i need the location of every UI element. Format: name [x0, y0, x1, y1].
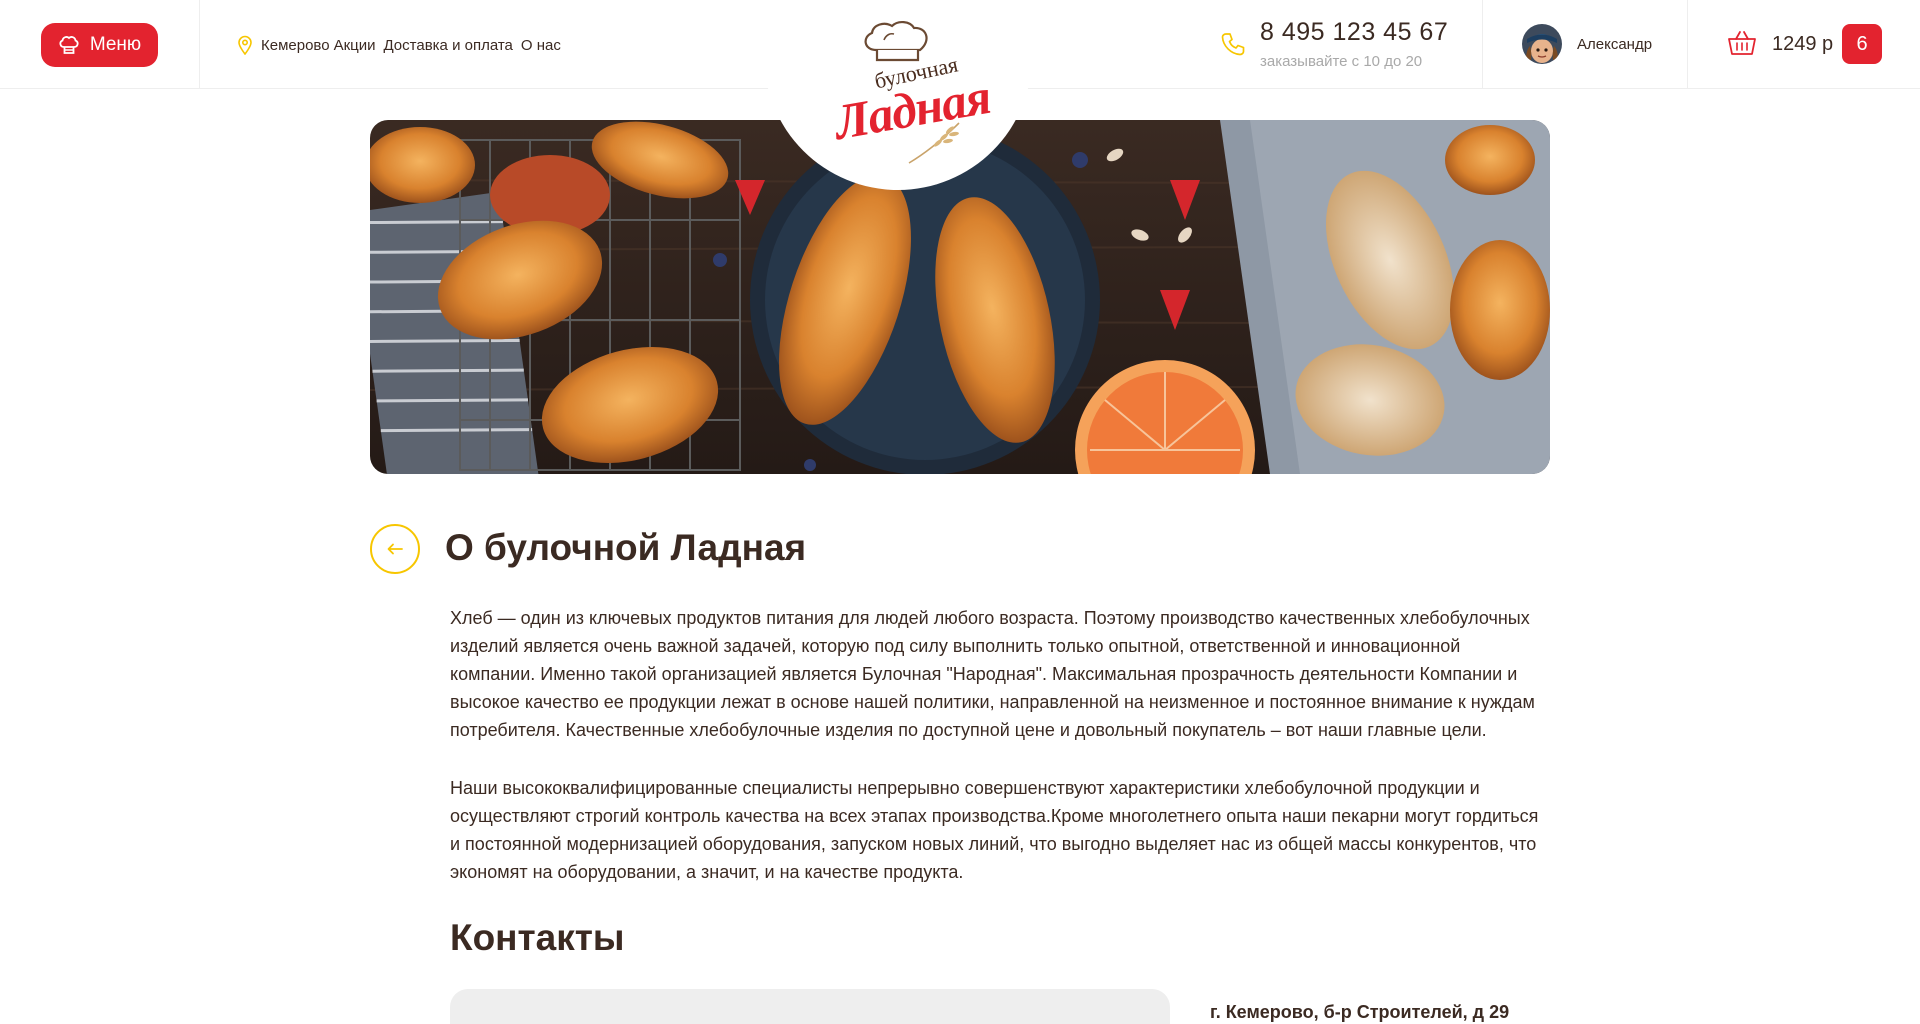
avatar[interactable]: [1522, 24, 1562, 64]
cart-total[interactable]: 1249 р: [1772, 33, 1833, 56]
wheat-icon: [908, 122, 960, 164]
nav-link-promotions[interactable]: Акции: [334, 37, 376, 54]
nav-link-delivery[interactable]: Доставка и оплата: [383, 37, 512, 54]
divider: [1687, 0, 1688, 89]
about-paragraph-2: Наши высококвалифицированные специалисты…: [450, 778, 1539, 882]
phone-hours-note: заказывайте с 10 до 20: [1260, 53, 1423, 70]
about-paragraph-1: Хлеб — один из ключевых продуктов питани…: [450, 608, 1535, 740]
map[interactable]: [450, 989, 1170, 1024]
divider: [199, 0, 200, 89]
cart-count-badge[interactable]: 6: [1842, 24, 1882, 64]
top-nav: Кемерово Акции Доставка и оплата О нас: [237, 35, 569, 55]
contacts-heading: Контакты: [450, 917, 625, 958]
divider: [1482, 0, 1483, 89]
address: г. Кемерово, б-р Строителей, д 29: [1210, 1002, 1510, 1022]
phone-number[interactable]: 8 495 123 45 67: [1260, 18, 1448, 47]
page-title: О булочной Ладная: [445, 527, 807, 568]
arrow-left-icon: [387, 543, 403, 555]
location-pin-icon: [238, 35, 252, 55]
city-selector[interactable]: Кемерово: [261, 37, 330, 54]
menu-button-label: Меню: [89, 34, 142, 55]
chef-hat-icon: [59, 36, 79, 54]
user-name[interactable]: Александр: [1577, 36, 1652, 53]
menu-button[interactable]: Меню: [41, 23, 158, 67]
back-button[interactable]: [370, 524, 420, 574]
nav-link-about[interactable]: О нас: [521, 37, 561, 54]
phone-icon: [1221, 33, 1245, 56]
basket-icon[interactable]: [1727, 29, 1757, 57]
